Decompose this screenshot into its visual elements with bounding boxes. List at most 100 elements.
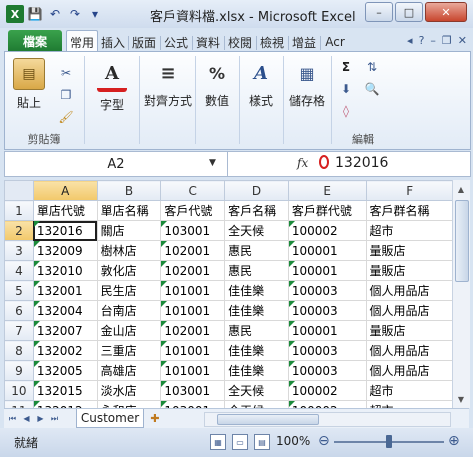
ribbon-scroll-icon[interactable]: ◂	[407, 34, 413, 47]
row-header[interactable]: 8	[4, 340, 34, 361]
cell-a7[interactable]: 132007	[32, 320, 98, 341]
cell-e6[interactable]: 100003	[287, 300, 367, 321]
cell-d6[interactable]: 佳佳樂	[224, 300, 289, 321]
column-header-b[interactable]: B	[96, 180, 162, 201]
last-sheet-icon[interactable]: ⏭	[48, 412, 61, 425]
cell-c5[interactable]: 101001	[160, 280, 226, 301]
cell-f10[interactable]: 超市	[365, 380, 454, 401]
row-header[interactable]: 11	[4, 400, 34, 408]
cell-d10[interactable]: 全天候	[224, 380, 289, 401]
cell-f7[interactable]: 量販店	[365, 320, 454, 341]
column-header-f[interactable]: F	[365, 180, 454, 201]
help-icon[interactable]: ?	[419, 34, 425, 47]
ribbon-restore-icon[interactable]: ❐	[442, 34, 452, 47]
cell-f5[interactable]: 個人用品店	[365, 280, 454, 301]
row-header[interactable]: 1	[4, 200, 34, 221]
page-layout-view-icon[interactable]: ▭	[232, 434, 248, 450]
autosum-icon[interactable]: Σ	[337, 58, 355, 76]
zoom-slider-handle[interactable]	[386, 435, 392, 448]
tab-formulas[interactable]: 公式	[163, 32, 189, 52]
row-header[interactable]: 5	[4, 280, 34, 301]
cell-d11[interactable]: 全天候	[224, 400, 289, 408]
select-all-corner[interactable]	[4, 180, 34, 201]
tab-file[interactable]: 檔案	[8, 30, 62, 52]
name-box-dropdown-icon[interactable]: ▼	[209, 158, 216, 168]
cell-f6[interactable]: 個人用品店	[365, 300, 454, 321]
styles-button[interactable]: A 樣式	[241, 58, 281, 109]
row-header[interactable]: 2	[4, 220, 34, 241]
column-header-a[interactable]: A	[32, 180, 98, 201]
cell-f4[interactable]: 量販店	[365, 260, 454, 281]
minimize-button[interactable]: –	[365, 2, 393, 22]
cell-c3[interactable]: 102001	[160, 240, 226, 261]
cell-d4[interactable]: 惠民	[224, 260, 289, 281]
cell-a8[interactable]: 132002	[32, 340, 98, 361]
cell-a5[interactable]: 132001	[32, 280, 98, 301]
ribbon-minimize-icon[interactable]: –	[430, 34, 436, 47]
cell-d3[interactable]: 惠民	[224, 240, 289, 261]
cell-e4[interactable]: 100001	[287, 260, 367, 281]
column-header-e[interactable]: E	[287, 180, 367, 201]
sheet-tab-customer[interactable]: Customer	[76, 409, 144, 428]
cells-button[interactable]: ▦ 儲存格	[287, 58, 327, 109]
horizontal-scrollbar[interactable]	[204, 412, 451, 427]
tab-review[interactable]: 校閱	[227, 32, 253, 52]
row-header[interactable]: 7	[4, 320, 34, 341]
redo-icon[interactable]: ↷	[66, 5, 84, 23]
cell-b7[interactable]: 金山店	[96, 320, 162, 341]
tab-layout[interactable]: 版面	[131, 32, 157, 52]
tab-view[interactable]: 檢視	[259, 32, 285, 52]
format-painter-icon[interactable]: 🖌	[57, 108, 75, 126]
vertical-scroll-thumb[interactable]	[455, 200, 469, 282]
cell-e1[interactable]: 客戶群代號	[287, 200, 367, 221]
customize-qat-icon[interactable]: ▾	[86, 5, 104, 23]
cell-c1[interactable]: 客戶代號	[160, 200, 226, 221]
formula-input[interactable]: 132016	[335, 155, 388, 171]
row-header[interactable]: 10	[4, 380, 34, 401]
cell-c6[interactable]: 101001	[160, 300, 226, 321]
insert-sheet-icon[interactable]: ✚	[146, 411, 164, 426]
cell-c4[interactable]: 102001	[160, 260, 226, 281]
cell-b3[interactable]: 樹林店	[96, 240, 162, 261]
cell-e5[interactable]: 100003	[287, 280, 367, 301]
prev-sheet-icon[interactable]: ◀	[20, 412, 33, 425]
sort-filter-icon[interactable]: ⇅	[363, 58, 381, 76]
cell-c9[interactable]: 101001	[160, 360, 226, 381]
cell-b8[interactable]: 三重店	[96, 340, 162, 361]
cell-e9[interactable]: 100003	[287, 360, 367, 381]
scroll-up-icon[interactable]: ▲	[455, 182, 467, 196]
cell-e10[interactable]: 100002	[287, 380, 367, 401]
cell-a10[interactable]: 132015	[32, 380, 98, 401]
cell-a2[interactable]: 132016	[32, 220, 98, 241]
paste-button[interactable]: ▤ 貼上	[9, 58, 49, 111]
tab-addins[interactable]: 增益	[291, 32, 317, 52]
cell-d5[interactable]: 佳佳樂	[224, 280, 289, 301]
cell-b6[interactable]: 台南店	[96, 300, 162, 321]
cell-e8[interactable]: 100003	[287, 340, 367, 361]
ribbon-close-icon[interactable]: ✕	[458, 34, 467, 47]
save-icon[interactable]: 💾	[26, 5, 44, 23]
copy-icon[interactable]: ❐	[57, 86, 75, 104]
alignment-button[interactable]: ≡ 對齊方式	[144, 58, 192, 109]
zoom-level[interactable]: 100%	[276, 434, 310, 448]
cell-b11[interactable]: 永和店	[96, 400, 162, 408]
tab-insert[interactable]: 插入	[100, 32, 126, 52]
cell-c8[interactable]: 101001	[160, 340, 226, 361]
row-header[interactable]: 6	[4, 300, 34, 321]
cell-a6[interactable]: 132004	[32, 300, 98, 321]
cell-d7[interactable]: 惠民	[224, 320, 289, 341]
row-header[interactable]: 3	[4, 240, 34, 261]
cell-c11[interactable]: 103001	[160, 400, 226, 408]
page-break-view-icon[interactable]: ▤	[254, 434, 270, 450]
cell-b9[interactable]: 高雄店	[96, 360, 162, 381]
undo-icon[interactable]: ↶	[46, 5, 64, 23]
normal-view-icon[interactable]: ▦	[210, 434, 226, 450]
cut-icon[interactable]: ✂	[57, 64, 75, 82]
cell-a11[interactable]: 132012	[32, 400, 98, 408]
cell-f1[interactable]: 客戶群名稱	[365, 200, 454, 221]
font-button[interactable]: A 字型	[92, 58, 132, 113]
cell-b5[interactable]: 民生店	[96, 280, 162, 301]
cell-b10[interactable]: 淡水店	[96, 380, 162, 401]
maximize-button[interactable]: □	[395, 2, 423, 22]
cell-f8[interactable]: 個人用品店	[365, 340, 454, 361]
